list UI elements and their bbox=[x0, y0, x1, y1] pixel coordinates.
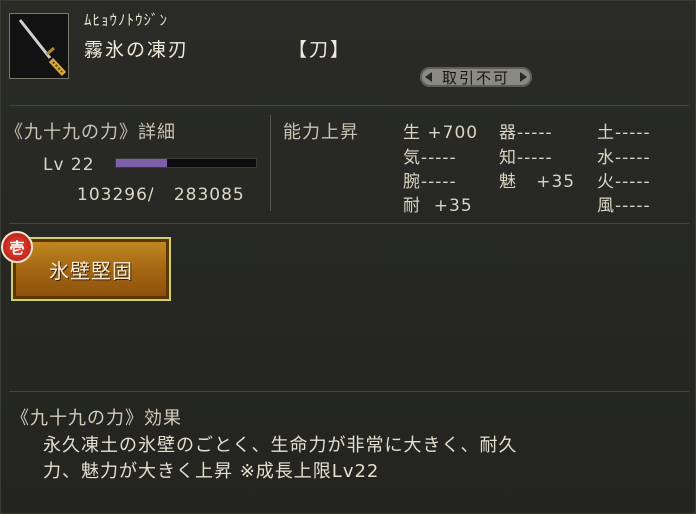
stat-wind: 風----- bbox=[597, 196, 651, 216]
stat-water: 水----- bbox=[597, 148, 651, 168]
ability-title: 能力上昇 bbox=[283, 122, 359, 143]
divider-bottom bbox=[9, 391, 689, 392]
skill-button[interactable]: 氷壁堅固 bbox=[11, 237, 171, 301]
untradable-badge: 取引不可 bbox=[420, 67, 532, 87]
effect-line-2: 力、魅力が大きく上昇 ※成長上限Lv22 bbox=[43, 461, 380, 482]
skill-number-badge: 壱 bbox=[1, 231, 33, 263]
item-name: 霧氷の凍刃 bbox=[84, 39, 190, 61]
effect-title: 《九十九の力》効果 bbox=[11, 408, 182, 429]
item-ruby: ﾑﾋｮｳﾉﾄｳｼﾞﾝ bbox=[84, 11, 169, 29]
stat-dexterity: 器----- bbox=[499, 123, 553, 143]
exp-bar bbox=[115, 158, 257, 168]
divider-top bbox=[9, 105, 689, 106]
vertical-divider bbox=[270, 115, 271, 211]
item-type: 【刀】 bbox=[288, 39, 352, 61]
stat-charm: 魅 +35 bbox=[499, 172, 576, 192]
level-label: Lv 22 bbox=[43, 155, 95, 175]
stat-earth: 土----- bbox=[597, 123, 651, 143]
exp-value: 103296/ 283085 bbox=[77, 185, 245, 205]
divider-middle bbox=[9, 223, 689, 224]
power-detail-title: 《九十九の力》詳細 bbox=[5, 122, 176, 143]
stat-fire: 火----- bbox=[597, 172, 651, 192]
item-detail-panel: ﾑﾋｮｳﾉﾄｳｼﾞﾝ 霧氷の凍刃 【刀】 取引不可 《九十九の力》詳細 Lv 2… bbox=[0, 0, 696, 514]
katana-icon bbox=[9, 13, 69, 79]
stat-ki: 気----- bbox=[403, 148, 457, 168]
effect-line-1: 永久凍土の氷壁のごとく、生命力が非常に大きく、耐久 bbox=[43, 435, 518, 456]
stat-hp: 生 +700 bbox=[403, 123, 479, 143]
exp-bar-fill bbox=[116, 159, 168, 167]
stat-intellect: 知----- bbox=[499, 148, 553, 168]
stat-endurance: 耐 +35 bbox=[403, 196, 473, 216]
stat-arm: 腕----- bbox=[403, 172, 457, 192]
